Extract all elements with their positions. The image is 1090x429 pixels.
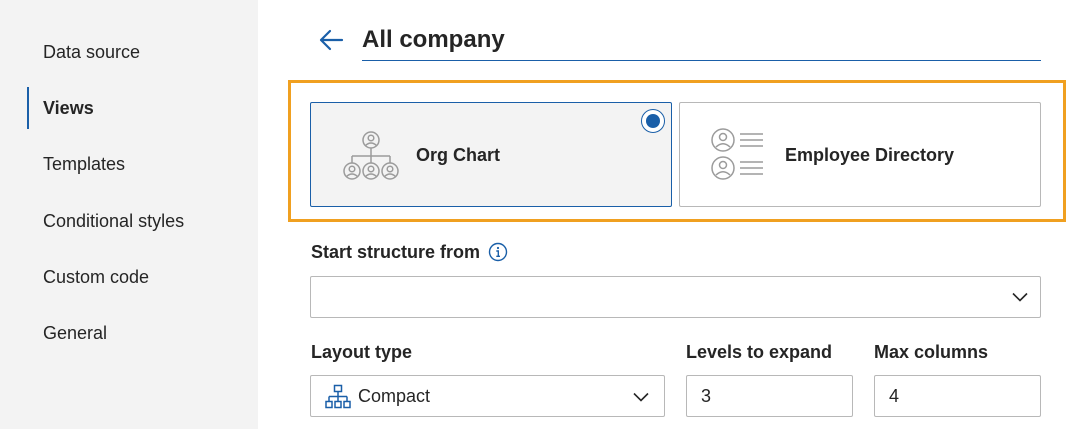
back-button[interactable] (316, 26, 346, 54)
hierarchy-icon (325, 384, 351, 409)
sidebar-item-conditional-styles[interactable]: Conditional styles (27, 200, 258, 242)
view-option-label: Org Chart (416, 145, 501, 165)
chevron-down-icon (633, 392, 649, 402)
sidebar-item-data-source[interactable]: Data source (27, 31, 258, 73)
directory-icon (711, 128, 763, 180)
chevron-down-icon (1012, 292, 1028, 302)
layout-type-select[interactable]: Compact (310, 375, 665, 417)
layout-type-label: Layout type (311, 342, 413, 362)
sidebar-item-custom-code[interactable]: Custom code (27, 256, 258, 298)
sidebar-item-templates[interactable]: Templates (27, 143, 258, 185)
max-columns-label: Max columns (874, 342, 989, 362)
view-option-employee-directory[interactable]: Employee Directory (679, 102, 1041, 207)
max-columns-input[interactable]: 4 (874, 375, 1041, 417)
start-structure-select[interactable] (310, 276, 1041, 318)
sidebar: Data source Views Templates Conditional … (0, 0, 258, 429)
radio-dot (646, 114, 660, 128)
view-option-label: Employee Directory (785, 145, 955, 165)
view-option-org-chart[interactable]: Org Chart (310, 102, 672, 207)
page-title: All company (362, 26, 505, 53)
levels-to-expand-input[interactable]: 3 (686, 375, 853, 417)
org-chart-icon (343, 131, 399, 180)
layout-type-value: Compact (358, 386, 431, 406)
arrow-left-icon (319, 29, 344, 51)
info-icon[interactable] (488, 242, 508, 262)
sidebar-item-general[interactable]: General (27, 312, 258, 354)
title-container: All company (362, 24, 1041, 61)
start-structure-label: Start structure from (311, 242, 481, 262)
sidebar-item-views[interactable]: Views (27, 87, 258, 129)
levels-to-expand-label: Levels to expand (686, 342, 833, 362)
view-radio-selected[interactable] (641, 109, 665, 133)
